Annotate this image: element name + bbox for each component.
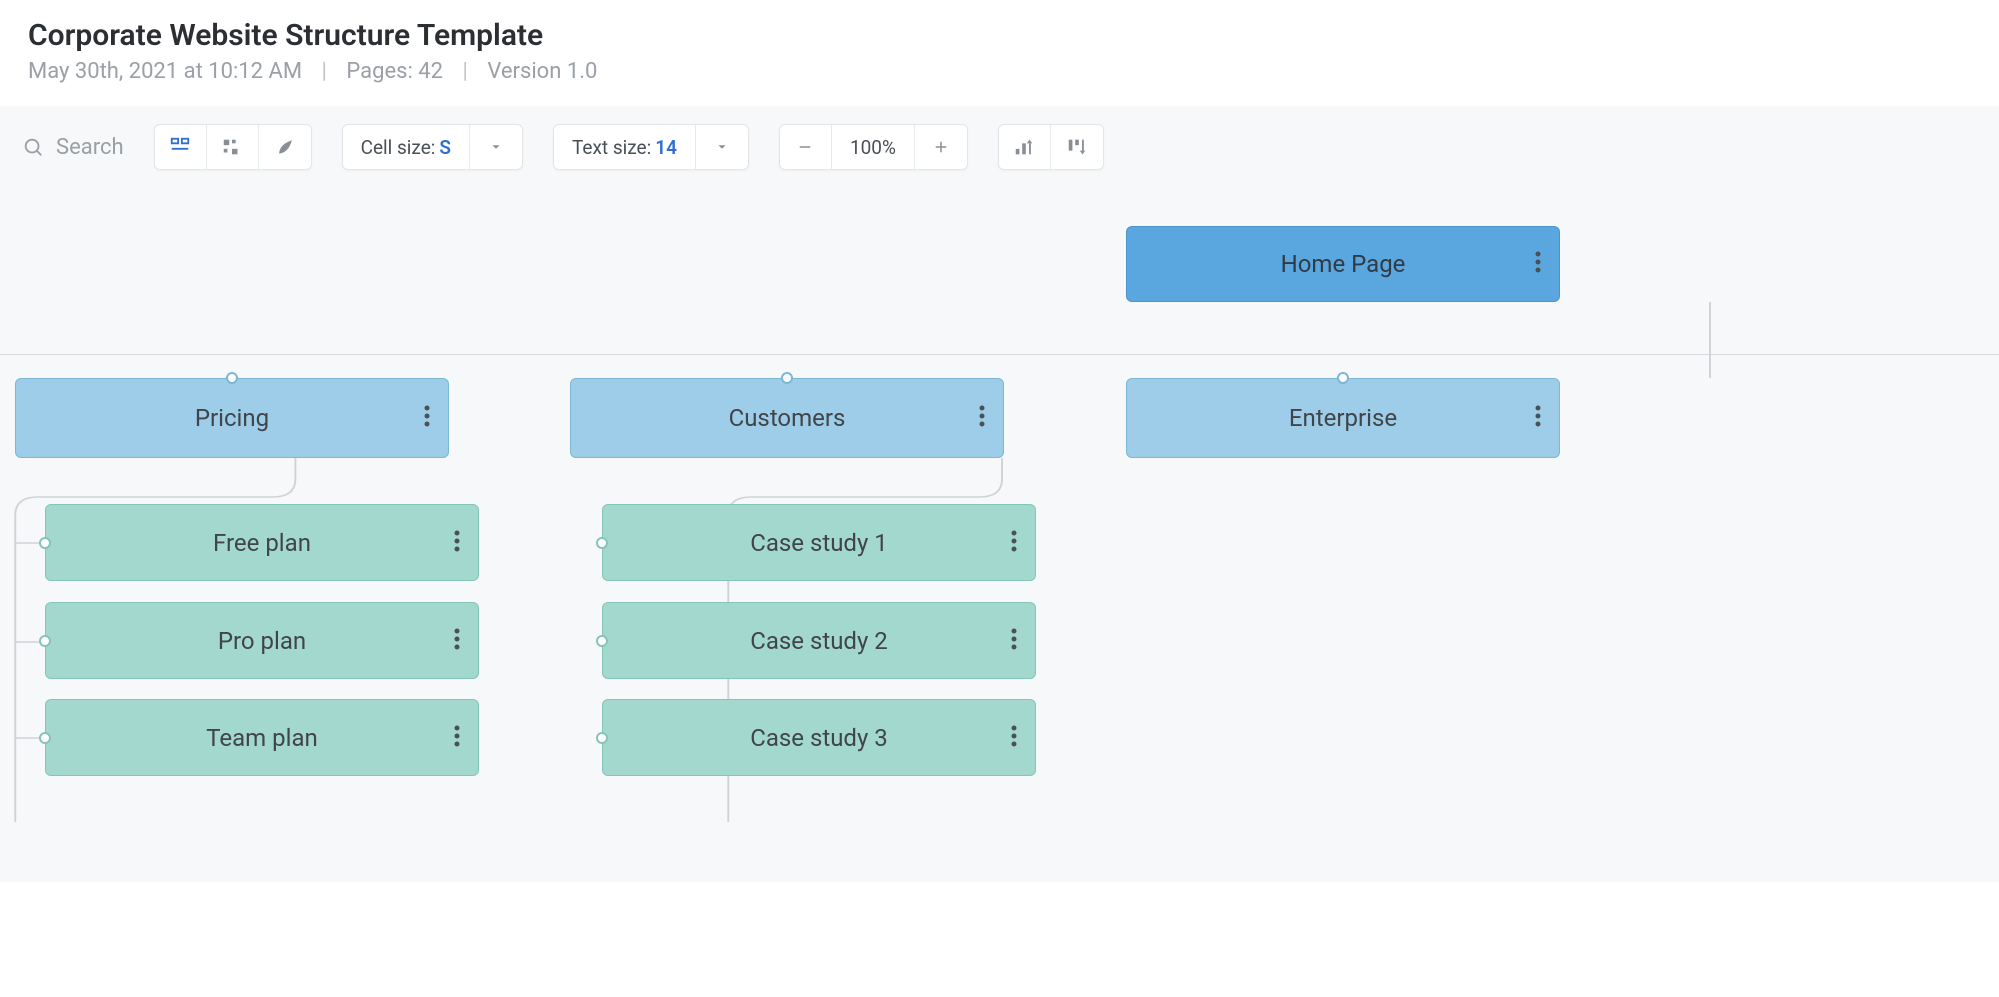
meta-date: May 30th, 2021 at 10:12 AM [28,59,302,84]
more-icon[interactable] [454,725,460,751]
more-icon[interactable] [454,628,460,654]
node-label: Pro plan [218,627,306,655]
search-icon [22,136,44,158]
node-label: Customers [729,404,846,432]
node-label: Case study 2 [750,627,888,655]
cell-size-label: Cell size: [361,136,436,159]
more-icon[interactable] [1011,725,1017,751]
more-icon[interactable] [454,530,460,556]
cell-size-select[interactable]: Cell size: S [342,124,523,170]
node-case-study-3[interactable]: Case study 3 [602,699,1036,776]
text-size-value: 14 [655,136,677,159]
more-icon[interactable] [424,405,430,431]
chevron-down-icon[interactable] [470,125,522,169]
view-mode-group [154,124,312,170]
node-pricing[interactable]: Pricing [15,378,449,458]
meta-version: Version 1.0 [487,59,597,84]
page-title: Corporate Website Structure Template [28,18,1971,53]
separator: | [322,59,327,84]
sitemap-canvas[interactable]: Home Page Pricing Customers Enterprise [0,182,1999,882]
more-icon[interactable] [1011,530,1017,556]
cell-size-value: S [439,136,451,159]
more-icon[interactable] [1535,405,1541,431]
text-size-label: Text size: [572,136,651,159]
node-case-study-1[interactable]: Case study 1 [602,504,1036,581]
node-label: Team plan [206,724,318,752]
sort-group [998,124,1104,170]
view-grid-button[interactable] [207,125,259,169]
zoom-out-button[interactable] [780,125,832,169]
search-placeholder: Search [56,135,124,160]
node-free-plan[interactable]: Free plan [45,504,479,581]
view-leaf-button[interactable] [259,125,311,169]
zoom-value: 100% [832,125,915,169]
text-size-select[interactable]: Text size: 14 [553,124,749,170]
more-icon[interactable] [1011,628,1017,654]
node-enterprise[interactable]: Enterprise [1126,378,1560,458]
zoom-in-button[interactable] [915,125,967,169]
sort-desc-button[interactable] [1051,125,1103,169]
node-customers[interactable]: Customers [570,378,1004,458]
view-tree-button[interactable] [155,125,207,169]
zoom-control: 100% [779,124,968,170]
meta-pages-label: Pages: [346,59,412,84]
more-icon[interactable] [979,405,985,431]
search-input[interactable]: Search [22,135,124,160]
chevron-down-icon[interactable] [696,125,748,169]
meta-pages-value: 42 [418,59,443,84]
node-label: Case study 3 [750,724,888,752]
node-case-study-2[interactable]: Case study 2 [602,602,1036,679]
sort-asc-button[interactable] [999,125,1051,169]
node-label: Enterprise [1289,404,1397,432]
node-label: Home Page [1281,250,1406,278]
node-label: Pricing [195,404,269,432]
node-label: Case study 1 [750,529,888,557]
node-home-page[interactable]: Home Page [1126,226,1560,302]
node-pro-plan[interactable]: Pro plan [45,602,479,679]
node-team-plan[interactable]: Team plan [45,699,479,776]
meta-line: May 30th, 2021 at 10:12 AM | Pages: 42 |… [28,59,1971,84]
node-label: Free plan [213,529,311,557]
separator: | [462,59,467,84]
more-icon[interactable] [1535,251,1541,277]
